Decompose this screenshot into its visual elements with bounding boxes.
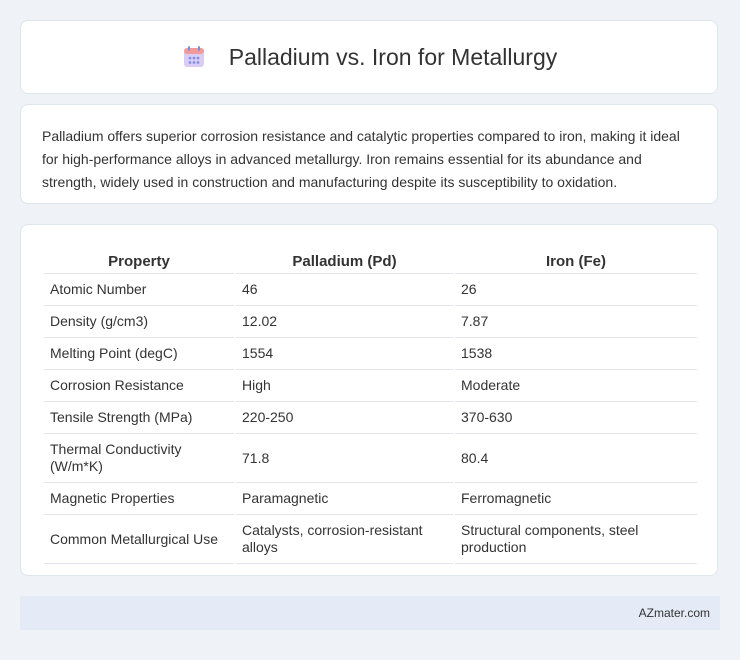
- intro-card: Palladium offers superior corrosion resi…: [20, 104, 718, 204]
- cell-palladium: 12.02: [236, 306, 453, 338]
- title-card: Palladium vs. Iron for Metallurgy: [20, 20, 718, 94]
- cell-property: Tensile Strength (MPa): [44, 402, 234, 434]
- footer: AZmater.com: [20, 596, 720, 630]
- table-row: Density (g/cm3) 12.02 7.87: [44, 306, 697, 338]
- table-row: Melting Point (degC) 1554 1538: [44, 338, 697, 370]
- header-property: Property: [44, 245, 234, 274]
- header-iron: Iron (Fe): [455, 245, 697, 274]
- cell-palladium: 46: [236, 274, 453, 306]
- cell-palladium: High: [236, 370, 453, 402]
- cell-property: Atomic Number: [44, 274, 234, 306]
- cell-palladium: 71.8: [236, 434, 453, 483]
- cell-iron: Ferromagnetic: [455, 483, 697, 515]
- table-card: Property Palladium (Pd) Iron (Fe) Atomic…: [20, 224, 718, 576]
- table-row: Magnetic Properties Paramagnetic Ferroma…: [44, 483, 697, 515]
- cell-property: Common Metallurgical Use: [44, 515, 234, 564]
- cell-iron: Structural components, steel production: [455, 515, 697, 564]
- table-row: Common Metallurgical Use Catalysts, corr…: [44, 515, 697, 564]
- cell-property: Corrosion Resistance: [44, 370, 234, 402]
- cell-iron: 7.87: [455, 306, 697, 338]
- calendar-icon: [183, 46, 204, 67]
- cell-property: Density (g/cm3): [44, 306, 234, 338]
- comparison-table: Property Palladium (Pd) Iron (Fe) Atomic…: [42, 245, 699, 564]
- footer-brand: AZmater.com: [638, 606, 710, 620]
- title-wrap: Palladium vs. Iron for Metallurgy: [181, 43, 558, 71]
- cell-iron: 26: [455, 274, 697, 306]
- cell-iron: 1538: [455, 338, 697, 370]
- cell-property: Magnetic Properties: [44, 483, 234, 515]
- cell-iron: Moderate: [455, 370, 697, 402]
- page-title: Palladium vs. Iron for Metallurgy: [228, 43, 558, 70]
- cell-iron: 80.4: [455, 434, 697, 483]
- cell-palladium: 220-250: [236, 402, 453, 434]
- table-row: Atomic Number 46 26: [44, 274, 697, 306]
- cell-palladium: 1554: [236, 338, 453, 370]
- cell-property: Melting Point (degC): [44, 338, 234, 370]
- cell-iron: 370-630: [455, 402, 697, 434]
- cell-palladium: Catalysts, corrosion-resistant alloys: [236, 515, 453, 564]
- header-palladium: Palladium (Pd): [236, 245, 453, 274]
- table-row: Corrosion Resistance High Moderate: [44, 370, 697, 402]
- table-header-row: Property Palladium (Pd) Iron (Fe): [44, 245, 697, 274]
- table-row: Tensile Strength (MPa) 220-250 370-630: [44, 402, 697, 434]
- intro-paragraph: Palladium offers superior corrosion resi…: [42, 128, 680, 190]
- cell-property: Thermal Conductivity (W/m*K): [44, 434, 234, 483]
- table-row: Thermal Conductivity (W/m*K) 71.8 80.4: [44, 434, 697, 483]
- cell-palladium: Paramagnetic: [236, 483, 453, 515]
